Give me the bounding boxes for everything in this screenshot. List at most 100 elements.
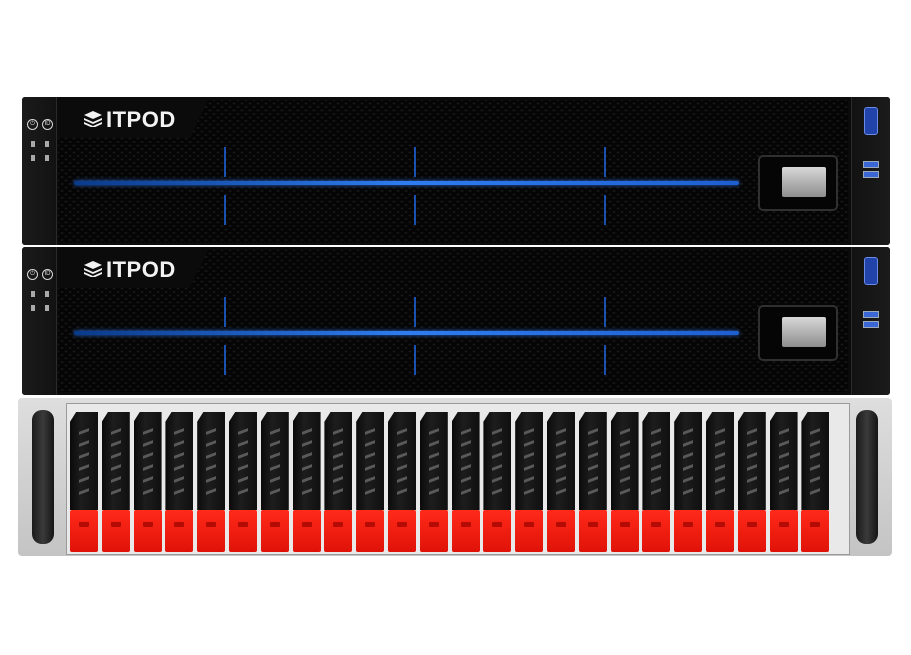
vent-slot: [174, 476, 185, 483]
vent-slot: [174, 452, 185, 459]
usb-port-icon[interactable]: [863, 171, 879, 178]
usb-port-icon[interactable]: [863, 321, 879, 328]
drive-tray[interactable]: [324, 412, 353, 552]
vent-slot: [238, 464, 248, 471]
drive-tray-latch[interactable]: [674, 510, 703, 552]
drive-tray-latch[interactable]: [706, 510, 734, 552]
drive-tray-latch[interactable]: [70, 510, 98, 552]
drive-tray[interactable]: [737, 412, 766, 552]
vent-slot: [619, 476, 630, 483]
bezel-handle[interactable]: [758, 305, 838, 361]
drive-tray[interactable]: [801, 412, 830, 552]
drive-tray[interactable]: [292, 412, 321, 552]
vent-slot: [651, 464, 662, 471]
drive-tray[interactable]: [356, 412, 385, 552]
drive-tray[interactable]: [133, 412, 162, 552]
drive-tray[interactable]: [165, 412, 194, 552]
usb-port-icon[interactable]: [863, 161, 879, 168]
accent-mark: [604, 345, 606, 375]
drive-tray-latch[interactable]: [547, 510, 575, 552]
drive-tray[interactable]: [706, 412, 734, 552]
drive-tray-latch[interactable]: [356, 510, 385, 552]
vent-slot: [810, 428, 821, 435]
drive-tray[interactable]: [70, 412, 98, 552]
vent-slot: [238, 476, 248, 483]
id-icon[interactable]: ID: [42, 119, 53, 130]
power-icon[interactable]: ⏻: [27, 119, 38, 130]
drive-tray-latch[interactable]: [451, 510, 480, 552]
drive-tray-latch[interactable]: [292, 510, 321, 552]
drive-tray-latch[interactable]: [483, 510, 512, 552]
vent-slot: [556, 428, 566, 435]
drive-tray-latch[interactable]: [165, 510, 194, 552]
drive-tray-latch[interactable]: [642, 510, 671, 552]
drive-tray[interactable]: [260, 412, 289, 552]
vent-slot: [428, 488, 439, 495]
latch-release-icon: [746, 522, 757, 527]
vent-slot: [365, 476, 376, 483]
vent-slot: [556, 464, 566, 471]
drive-tray[interactable]: [674, 412, 703, 552]
drive-tray-latch[interactable]: [324, 510, 353, 552]
drive-tray[interactable]: [451, 412, 480, 552]
drive-tray[interactable]: [101, 412, 130, 552]
latch-release-icon: [651, 522, 662, 527]
drive-tray-latch[interactable]: [737, 510, 766, 552]
vent-slot: [524, 476, 535, 483]
vga-port-icon[interactable]: [864, 107, 878, 135]
vent-slot: [142, 428, 153, 435]
drive-tray[interactable]: [388, 412, 416, 552]
drive-tray-latch[interactable]: [610, 510, 639, 552]
drive-tray-latch[interactable]: [197, 510, 226, 552]
drive-tray[interactable]: [642, 412, 671, 552]
drive-tray-body: [101, 412, 130, 510]
vent-slot: [79, 440, 89, 447]
latch-release-icon: [524, 522, 535, 527]
usb-port-icon[interactable]: [863, 311, 879, 318]
drive-tray-latch[interactable]: [260, 510, 289, 552]
latch-release-icon: [397, 522, 407, 527]
drive-tray[interactable]: [483, 412, 512, 552]
id-icon[interactable]: ID: [42, 269, 53, 280]
drive-tray[interactable]: [197, 412, 226, 552]
right-ear: [851, 97, 890, 245]
drive-tray-latch[interactable]: [419, 510, 448, 552]
drive-tray[interactable]: [769, 412, 798, 552]
vent-slot: [556, 452, 566, 459]
vent-slot: [269, 476, 280, 483]
vent-slot: [683, 440, 694, 447]
accent-mark: [604, 195, 606, 225]
vent-slot: [810, 464, 821, 471]
rack-handle-left[interactable]: [32, 410, 54, 544]
storage-chassis: [18, 398, 892, 556]
power-icon[interactable]: ⏻: [27, 269, 38, 280]
drive-tray[interactable]: [515, 412, 544, 552]
vent-slot: [587, 476, 598, 483]
drive-tray-latch[interactable]: [515, 510, 544, 552]
accent-mark: [224, 195, 226, 225]
latch-release-icon: [683, 522, 694, 527]
drive-tray-latch[interactable]: [229, 510, 257, 552]
drive-tray[interactable]: [229, 412, 257, 552]
drive-tray-latch[interactable]: [769, 510, 798, 552]
vent-slot: [110, 476, 121, 483]
drive-tray-latch[interactable]: [101, 510, 130, 552]
accent-mark: [414, 297, 416, 327]
drive-tray-latch[interactable]: [801, 510, 830, 552]
drive-tray-body: [292, 412, 321, 510]
drive-tray-latch[interactable]: [388, 510, 416, 552]
vent-slot: [365, 440, 376, 447]
rack-handle-right[interactable]: [856, 410, 878, 544]
drive-tray[interactable]: [419, 412, 448, 552]
accent-mark: [224, 345, 226, 375]
drive-tray[interactable]: [547, 412, 575, 552]
drive-tray[interactable]: [578, 412, 607, 552]
vent-slot: [333, 488, 344, 495]
bezel-handle[interactable]: [758, 155, 838, 211]
vent-slot: [365, 452, 376, 459]
drive-tray[interactable]: [610, 412, 639, 552]
vent-slot: [746, 476, 757, 483]
vga-port-icon[interactable]: [864, 257, 878, 285]
drive-tray-latch[interactable]: [133, 510, 162, 552]
drive-tray-latch[interactable]: [578, 510, 607, 552]
